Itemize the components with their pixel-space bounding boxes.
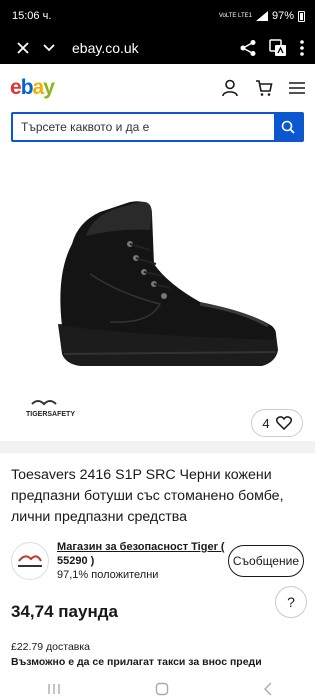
seller-feedback-count: 55290 ): [57, 555, 95, 567]
product-image: TIGERSAFETY: [26, 201, 278, 418]
product-image-gallery[interactable]: TIGERSAFETY 4: [0, 154, 315, 441]
recent-apps-icon[interactable]: [47, 683, 61, 695]
battery-percent: 97%: [271, 10, 294, 22]
watch-count: 4: [262, 415, 270, 431]
back-icon[interactable]: [263, 682, 273, 696]
home-icon[interactable]: [155, 682, 169, 696]
chevron-down-icon[interactable]: [36, 35, 62, 61]
browser-toolbar: ebay.co.uk: [0, 32, 315, 64]
heart-icon: [275, 416, 292, 430]
status-icons: VoLTE LTE1 97%: [219, 10, 305, 22]
more-menu-icon[interactable]: [299, 39, 305, 57]
product-title: Toesavers 2416 S1P SRC Черни кожени пред…: [11, 467, 284, 525]
network-label: VoLTE LTE1: [218, 13, 252, 19]
close-tab-icon[interactable]: [10, 35, 36, 61]
section-divider: [0, 441, 315, 453]
account-icon[interactable]: [221, 79, 239, 97]
hamburger-menu-icon[interactable]: [289, 81, 305, 95]
seller-avatar[interactable]: [11, 542, 49, 580]
seller-feedback-percent: 97,1% положителни: [57, 569, 159, 581]
help-button[interactable]: ?: [275, 586, 307, 618]
seller-card: Магазин за безопасност Tiger ( 55290 ) 9…: [0, 528, 315, 582]
signal-icon: [255, 11, 268, 21]
tiger-logo-icon: [18, 555, 42, 567]
battery-icon: [298, 10, 305, 22]
url-field[interactable]: ebay.co.uk: [62, 40, 239, 56]
cart-icon[interactable]: [255, 79, 273, 97]
status-time: 15:06 ч.: [12, 10, 52, 22]
search-bar: [11, 112, 304, 142]
item-price: 34,74 паунда: [11, 602, 118, 621]
share-icon[interactable]: [239, 39, 257, 57]
android-nav-bar: [0, 678, 320, 700]
brand-mark-text: TIGERSAFETY: [26, 411, 75, 418]
message-seller-button[interactable]: Съобщение: [227, 545, 304, 577]
ebay-logo[interactable]: ebay: [10, 76, 55, 100]
import-fees-note: Възможно е да се прилагат такси за внос …: [11, 656, 262, 668]
translate-icon[interactable]: [269, 39, 287, 57]
watch-button[interactable]: 4: [251, 409, 303, 437]
search-icon: [281, 120, 295, 134]
status-bar: 15:06 ч. VoLTE LTE1 97%: [0, 0, 315, 32]
search-button[interactable]: [274, 114, 302, 140]
shipping-cost: £22.79 доставка: [11, 641, 91, 653]
site-header: ebay: [0, 64, 315, 112]
price-section: 34,74 паунда ?: [0, 582, 315, 622]
search-input[interactable]: [13, 114, 274, 140]
shipping-section: £22.79 доставка Възможно е да се прилага…: [0, 622, 315, 670]
seller-name-link[interactable]: Магазин за безопасност Tiger (: [57, 541, 225, 553]
